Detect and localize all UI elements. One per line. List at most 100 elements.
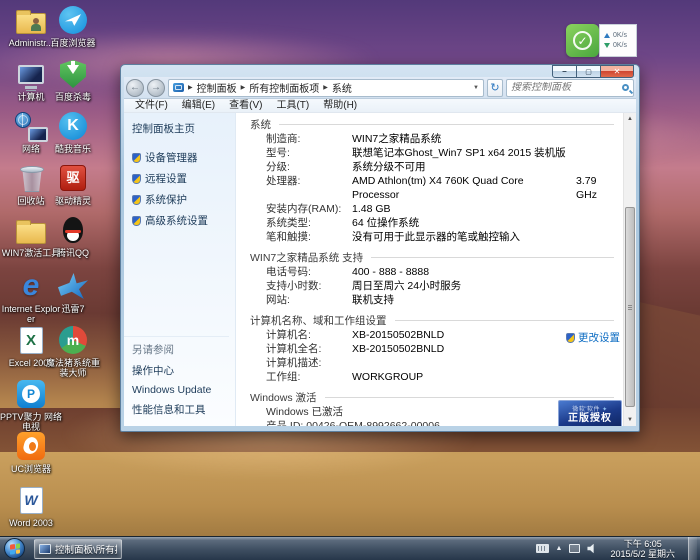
uac-shield-icon [132, 195, 141, 205]
pptv-icon [14, 378, 48, 410]
taskbar-window-button[interactable]: 控制面板\所有控... [34, 539, 122, 559]
desktop-icon-kuwo-music[interactable]: 酷我音乐 [42, 110, 104, 154]
breadcrumb-arrow-icon [323, 84, 328, 91]
net-speed-panel: 0K/s 0K/s [599, 24, 637, 57]
shield-antivirus-icon [56, 58, 90, 90]
title-bar[interactable] [124, 65, 636, 77]
word-icon [14, 484, 48, 516]
baidu-browser-icon [56, 4, 90, 36]
network-tray-icon[interactable] [569, 544, 580, 553]
search-input[interactable] [511, 82, 622, 93]
rating-unavailable-link[interactable]: 系统分级不可用 [352, 160, 426, 174]
sidebar-item-system-protection[interactable]: 系统保护 [132, 192, 235, 207]
window-body: 控制面板主页 设备管理器 远程设置 系统保护 高级系统设置 另请参阅 操作中心 … [124, 113, 636, 426]
section-activation: Windows 激活 Windows 已激活 产品 ID: 00426-OEM-… [250, 390, 614, 426]
desktop-icon-uc-browser[interactable]: UC浏览器 [0, 430, 62, 474]
breadcrumb-arrow-icon [241, 84, 246, 91]
back-button[interactable] [126, 79, 144, 97]
row-value: 周日至周六 24小时服务 [352, 279, 461, 293]
system-tray: 下午 6:05 2015/5/2 星期六 [536, 537, 700, 560]
desktop-icon-label: UC浏览器 [0, 464, 62, 474]
desktop-icon-pptv[interactable]: PPTV聚力 网络电视 [0, 378, 62, 432]
badge-line2: 正版授权 [559, 413, 621, 425]
show-desktop-button[interactable] [688, 537, 697, 560]
upload-arrow-icon [604, 33, 610, 38]
desktop-icon-mofazhu[interactable]: 魔法猪系统重装大师 [42, 324, 104, 378]
breadcrumb-item-all-items[interactable]: 所有控制面板项 [249, 80, 319, 95]
health-check-icon[interactable] [566, 24, 599, 57]
net-speed-widget[interactable]: 0K/s 0K/s [566, 24, 637, 57]
menu-file[interactable]: 文件(F) [128, 99, 175, 113]
desktop-icon-thunder7[interactable]: 迅雷7 [42, 270, 104, 314]
uc-browser-icon [14, 430, 48, 462]
desktop-icon-word-2003[interactable]: Word 2003 [0, 484, 62, 528]
sidebar-item-device-manager[interactable]: 设备管理器 [132, 150, 235, 165]
volume-tray-icon[interactable] [587, 544, 597, 554]
scrollbar-thumb[interactable] [625, 207, 635, 407]
scroll-down-icon[interactable] [624, 414, 636, 426]
uac-shield-icon [566, 333, 575, 343]
refresh-button[interactable] [487, 79, 503, 97]
show-hidden-icons-button[interactable] [556, 545, 563, 552]
taskbar: 控制面板\所有控... 下午 6:05 2015/5/2 星期六 [0, 536, 700, 560]
genuine-windows-badge[interactable]: 微软'软件 正版授权 安全 放心 声誉 [558, 400, 622, 426]
scroll-up-icon[interactable] [624, 113, 636, 125]
sidebar-item-control-panel-home[interactable]: 控制面板主页 [124, 113, 235, 136]
row-value: 1.48 GB [352, 202, 391, 216]
system-window: 控制面板 所有控制面板项 系统 文件(F) 编辑(E) 查看(V) 工具(T) … [120, 64, 640, 432]
row-label: 制造商: [250, 132, 352, 146]
desktop-icon-label: 魔法猪系统重装大师 [42, 358, 104, 378]
sidebar-item-windows-update[interactable]: Windows Update [132, 384, 229, 396]
download-speed: 0K/s [613, 42, 627, 49]
maximize-button[interactable] [576, 65, 601, 78]
minimize-button[interactable] [552, 65, 577, 78]
desktop-icon-driver-genius[interactable]: 驱动精灵 [42, 162, 104, 206]
breadcrumb-arrow-icon [188, 84, 193, 91]
menu-edit[interactable]: 编辑(E) [175, 99, 222, 113]
row-label: 网站: [250, 293, 352, 307]
taskbar-clock[interactable]: 下午 6:05 2015/5/2 星期六 [604, 539, 681, 559]
section-title: 计算机名称、域和工作组设置 [250, 313, 387, 328]
row-label: 分级: [250, 160, 352, 174]
breadcrumb-item-control-panel[interactable]: 控制面板 [197, 80, 237, 95]
section-title: 系统 [250, 117, 271, 132]
row-label: 型号: [250, 146, 352, 160]
sidebar-item-advanced-settings[interactable]: 高级系统设置 [132, 213, 235, 228]
sidebar-item-performance-tools[interactable]: 性能信息和工具 [132, 402, 229, 417]
section-support: WIN7之家精品系统 支持 电话号码:400 - 888 - 8888 支持小时… [250, 250, 614, 307]
sidebar-item-label: 高级系统设置 [145, 213, 208, 228]
sidebar: 控制面板主页 设备管理器 远程设置 系统保护 高级系统设置 另请参阅 操作中心 … [124, 113, 236, 426]
online-support-link[interactable]: 联机支持 [352, 293, 394, 307]
breadcrumb-item-system[interactable]: 系统 [332, 80, 352, 95]
vertical-scrollbar[interactable] [623, 113, 636, 426]
row-label: 笔和触摸: [250, 230, 352, 244]
see-also-header: 另请参阅 [132, 342, 229, 357]
desktop-icon-tencent-qq[interactable]: 腾讯QQ [42, 214, 104, 258]
main-content: 系统 制造商:WIN7之家精品系统 型号:联想笔记本Ghost_Win7 SP1… [236, 113, 636, 426]
navigation-bar: 控制面板 所有控制面板项 系统 [124, 77, 636, 99]
windows-flag-icon [10, 543, 20, 554]
section-title: WIN7之家精品系统 支持 [250, 250, 363, 265]
input-language-icon[interactable] [536, 544, 549, 553]
breadcrumb[interactable]: 控制面板 所有控制面板项 系统 [168, 79, 484, 97]
row-value: XB-20150502BNLD [352, 328, 444, 342]
sidebar-item-label: 远程设置 [145, 171, 187, 186]
sidebar-item-action-center[interactable]: 操作中心 [132, 363, 229, 378]
change-settings-link[interactable]: 更改设置 [566, 330, 620, 345]
menu-view[interactable]: 查看(V) [222, 99, 269, 113]
search-box[interactable] [506, 79, 634, 97]
row-label: 计算机名: [250, 328, 352, 342]
breadcrumb-dropdown-icon[interactable] [473, 85, 479, 91]
forward-button[interactable] [147, 79, 165, 97]
menu-tools[interactable]: 工具(T) [269, 99, 316, 113]
kuwo-music-icon [56, 110, 90, 142]
close-button[interactable] [600, 65, 634, 78]
sidebar-item-remote-settings[interactable]: 远程设置 [132, 171, 235, 186]
qq-penguin-icon [56, 214, 90, 246]
desktop-icon-baidu-browser[interactable]: 百度浏览器 [42, 4, 104, 48]
start-button[interactable] [4, 538, 25, 559]
driver-genius-icon [56, 162, 90, 194]
download-arrow-icon [604, 43, 610, 48]
menu-help[interactable]: 帮助(H) [316, 99, 364, 113]
desktop-icon-baidu-antivirus[interactable]: 百度杀毒 [42, 58, 104, 102]
